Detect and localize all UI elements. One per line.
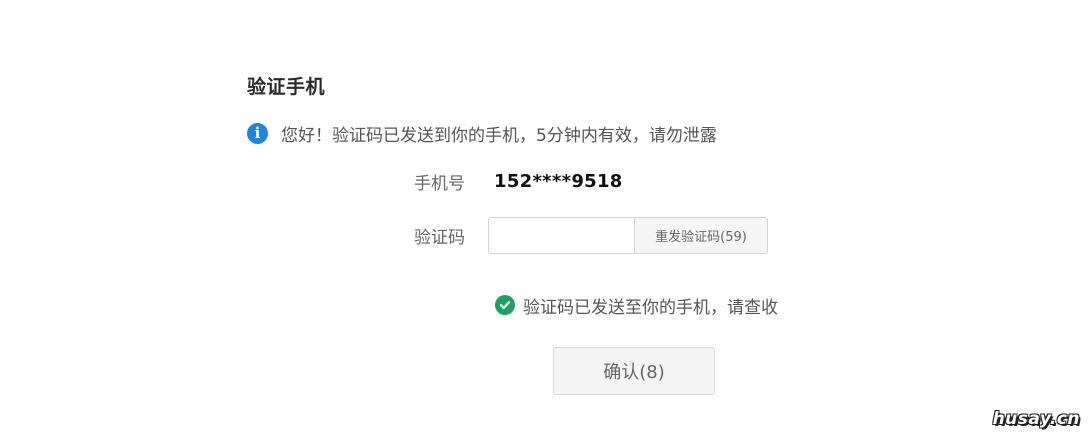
verification-code-input[interactable] — [488, 217, 634, 254]
code-row: 验证码 重发验证码(59) — [407, 217, 768, 254]
phone-label: 手机号 — [414, 173, 465, 194]
sms-notice: i 您好！验证码已发送到你的手机，5分钟内有效，请勿泄露 — [247, 120, 717, 146]
notice-text: 您好！验证码已发送到你的手机，5分钟内有效，请勿泄露 — [281, 125, 717, 146]
confirm-button[interactable]: 确认(8) — [553, 347, 715, 395]
page-title: 验证手机 — [247, 76, 326, 98]
check-circle-icon — [495, 295, 515, 315]
info-icon: i — [247, 122, 268, 144]
code-input-group: 重发验证码(59) — [488, 217, 768, 254]
watermark: husay.cn — [992, 409, 1080, 429]
code-label: 验证码 — [414, 228, 465, 248]
phone-number: 152****9518 — [494, 170, 623, 192]
status-message: 验证码已发送至你的手机，请查收 — [495, 292, 778, 318]
resend-code-button[interactable]: 重发验证码(59) — [634, 217, 768, 254]
phone-row: 手机号 152****9518 — [407, 168, 623, 194]
status-text: 验证码已发送至你的手机，请查收 — [523, 297, 778, 318]
